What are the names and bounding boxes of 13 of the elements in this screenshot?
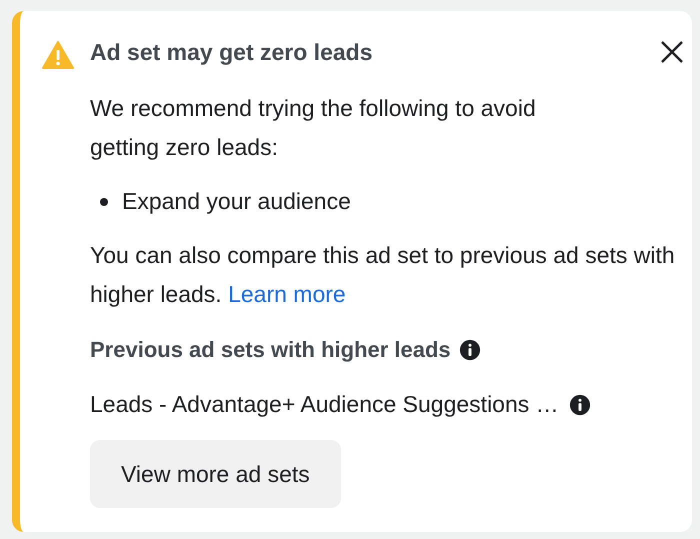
info-icon[interactable] (458, 338, 481, 360)
intro-text: We recommend trying the following to avoid getting zero leads: (90, 94, 537, 162)
close-icon (660, 40, 684, 64)
alert-title: Ad set may get zero leads (90, 38, 372, 67)
compare-text: You can also compare this ad set to previous ad sets with higher leads. Learn more (90, 241, 676, 309)
suggestion-text: Expand your audience (122, 187, 351, 216)
info-icon[interactable] (568, 394, 591, 416)
bullet-icon (100, 198, 108, 206)
view-more-button[interactable]: View more ad sets (90, 440, 341, 508)
ad-set-name: Leads - Advantage+ Audience Suggestions … (90, 390, 559, 420)
section-title: Previous ad sets with higher leads (90, 336, 451, 364)
warning-icon (42, 41, 74, 69)
learn-more-link[interactable]: Learn more (228, 281, 346, 307)
